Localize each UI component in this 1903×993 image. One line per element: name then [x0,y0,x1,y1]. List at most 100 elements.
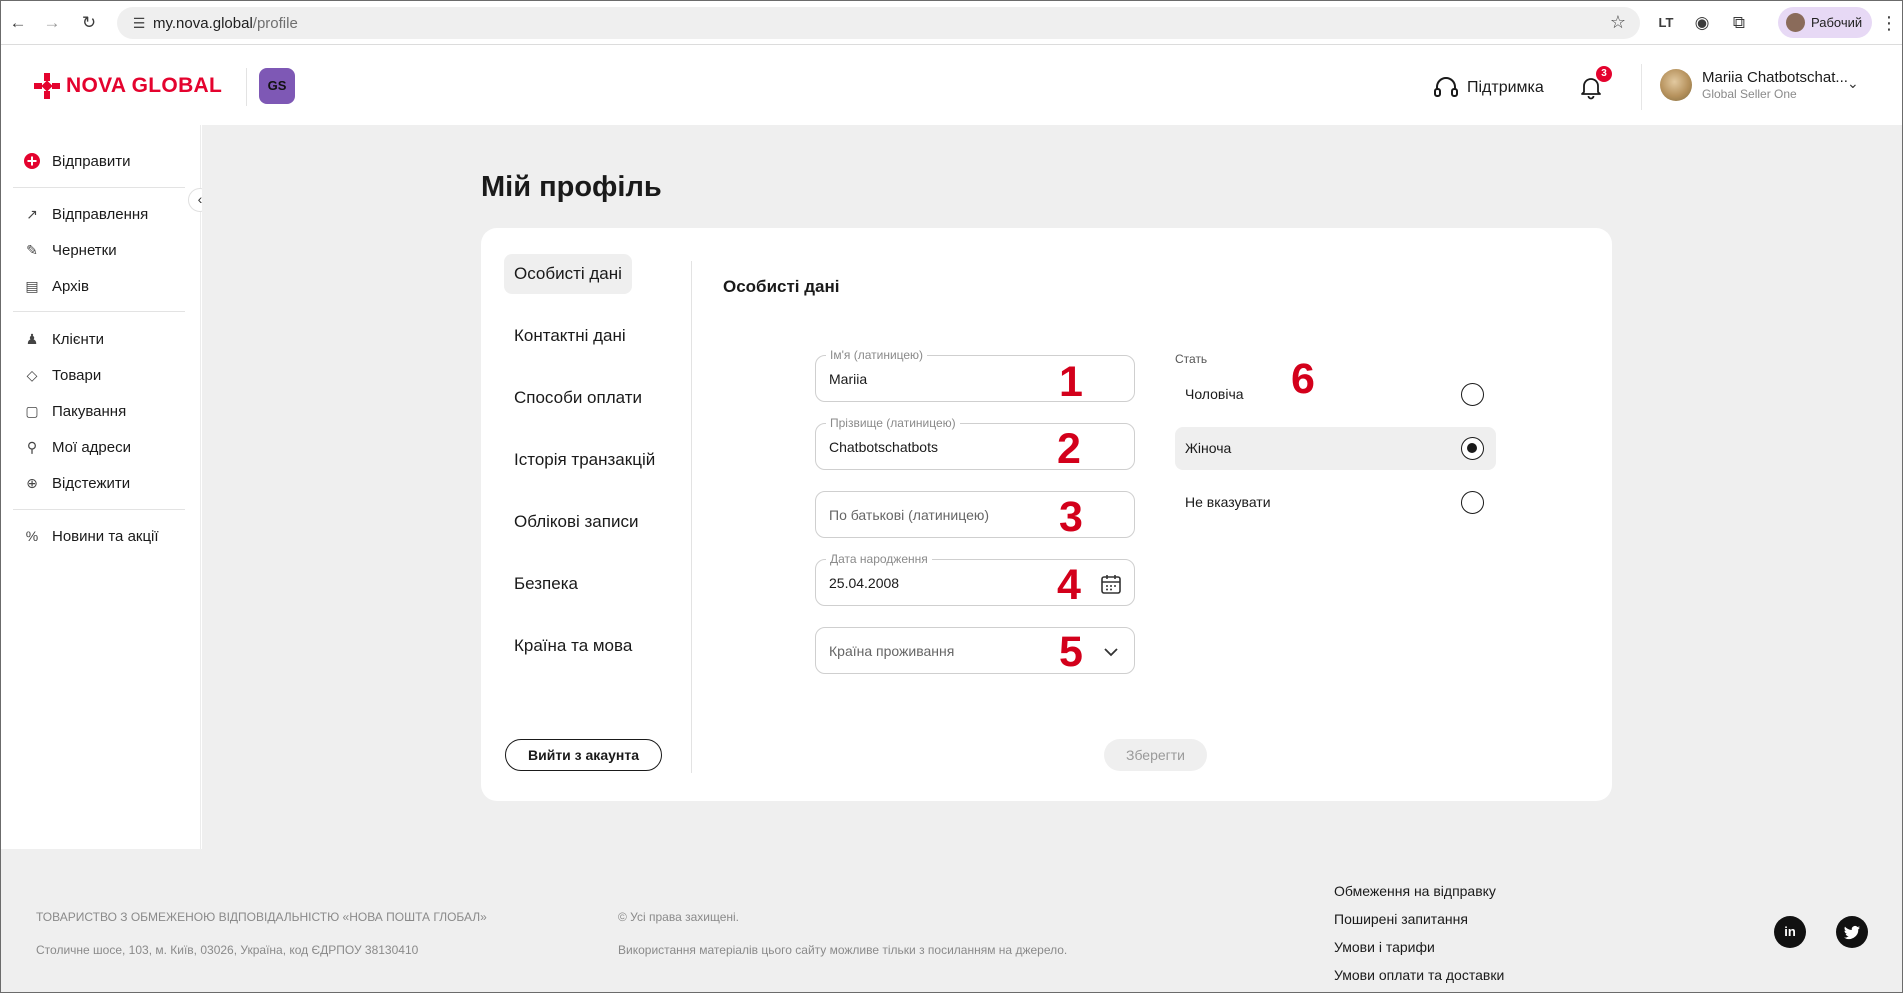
arrow-up-right-icon: ↗ [26,206,38,222]
users-icon: ♟ [25,331,39,347]
reload-icon[interactable]: ↻ [78,12,100,34]
profile-avatar [1786,13,1805,32]
country-select[interactable]: Країна проживання [815,627,1135,674]
sidebar-item-label: Відстежити [52,474,131,492]
annotation-number: 5 [1059,628,1083,676]
card-divider [691,261,692,773]
tag-icon: ◇ [26,367,38,383]
radio-button[interactable] [1461,491,1484,514]
tab-security[interactable]: Безпека [504,564,588,604]
last-name-value: Chatbotschatbots [829,439,938,455]
sidebar-divider [13,509,185,510]
gender-option-male[interactable]: Чоловіча [1175,373,1496,416]
sidebar-item-drafts[interactable]: ✎ Чернетки [23,241,117,259]
linkedin-icon[interactable]: in [1774,916,1806,948]
copyright-text: © Усі права захищені. [618,910,740,924]
logout-button[interactable]: Вийти з акаунта [505,739,662,771]
main-content: Мій профіль Особисті дані Контактні дані… [202,125,1902,849]
footer-link-restrictions[interactable]: Обмеження на відправку [1334,883,1496,899]
back-icon[interactable]: ← [7,12,29,34]
gender-option-unspecified[interactable]: Не вказувати [1175,481,1496,524]
save-button[interactable]: Зберегти [1104,739,1207,771]
forward-icon[interactable]: → [41,12,63,34]
sidebar-item-send[interactable]: Відправити [23,152,131,170]
site-settings-icon[interactable]: ☰ [129,13,149,33]
chevron-down-icon: ⌄ [1847,75,1859,91]
annotation-number: 4 [1057,561,1081,609]
user-divider [1641,64,1642,110]
sidebar-divider [13,187,185,188]
sidebar-item-clients[interactable]: ♟ Клієнти [23,330,104,348]
gender-option-female[interactable]: Жіноча [1175,427,1496,470]
first-name-value: Mariia [829,371,868,387]
address-bar[interactable]: ☰ my.nova.global/profile ☆ [117,7,1640,39]
radio-button[interactable] [1461,437,1484,460]
chevron-down-icon [1104,648,1118,657]
camera-icon[interactable]: ◉ [1691,12,1713,34]
notification-count-badge: 3 [1596,66,1612,82]
tab-payment-methods[interactable]: Способи оплати [504,378,652,418]
url-text: my.nova.global/profile [153,15,298,32]
sidebar: Відправити ↗ Відправлення ✎ Чернетки ▤ А… [1,125,201,849]
footer: ТОВАРИСТВО З ОБМЕЖЕНОЮ ВІДПОВІДАЛЬНІСТЮ … [1,849,1902,992]
translate-extension-icon[interactable]: LT [1655,12,1677,34]
first-name-field[interactable]: Ім'я (латиницею) Mariia [815,348,1135,402]
sidebar-item-label: Чернетки [52,241,117,259]
sidebar-item-news[interactable]: % Новини та акції [23,527,159,545]
birth-date-label: Дата народження [826,552,932,566]
sidebar-item-shipments[interactable]: ↗ Відправлення [23,205,148,223]
sidebar-item-archive[interactable]: ▤ Архів [23,277,89,295]
sidebar-item-label: Відправити [52,152,131,170]
annotation-number: 1 [1059,358,1083,406]
logo-divider [246,68,247,106]
percent-icon: % [25,528,39,544]
footer-link-terms[interactable]: Умови і тарифи [1334,939,1435,955]
sidebar-item-goods[interactable]: ◇ Товари [23,366,102,384]
country-placeholder: Країна проживання [829,643,955,659]
support-link[interactable]: Підтримка [1433,76,1544,100]
profile-label: Рабочий [1811,15,1863,30]
app-window: ← → ↻ ☰ my.nova.global/profile ☆ LT ◉ ⧉ … [0,0,1903,993]
profile-card: Особисті дані Контактні дані Способи опл… [481,228,1612,801]
tab-personal-data[interactable]: Особисті дані [504,254,632,294]
birth-date-value: 25.04.2008 [829,575,900,591]
radio-button[interactable] [1461,383,1484,406]
nova-global-logo[interactable]: NOVA GLOBAL [34,73,222,99]
patronymic-placeholder: По батькові (латиницею) [829,507,990,523]
logo-mark-icon [34,73,60,99]
tab-country-language[interactable]: Країна та мова [504,626,642,666]
calendar-icon[interactable] [1100,573,1122,595]
tab-accounts[interactable]: Облікові записи [504,502,648,542]
extensions-icon[interactable]: ⧉ [1728,12,1750,34]
company-name: ТОВАРИСТВО З ОБМЕЖЕНОЮ ВІДПОВІДАЛЬНІСТЮ … [36,910,487,924]
user-name: Mariia Chatbotschat... [1702,69,1848,86]
last-name-label: Прізвище (латиницею) [826,416,960,430]
sidebar-item-label: Пакування [52,402,127,420]
gender-label: Стать [1175,352,1208,366]
last-name-field[interactable]: Прізвище (латиницею) Chatbotschatbots [815,416,1135,470]
gender-option-label: Не вказувати [1185,494,1271,510]
annotation-number: 3 [1059,493,1083,541]
bookmark-star-icon[interactable]: ☆ [1610,12,1626,33]
footer-link-faq[interactable]: Поширені запитання [1334,911,1468,927]
browser-profile-chip[interactable]: Рабочий [1778,7,1872,38]
sidebar-item-track[interactable]: ⊕ Відстежити [23,474,130,492]
user-subtitle: Global Seller One [1702,87,1797,101]
sidebar-divider [13,311,185,312]
twitter-icon[interactable] [1836,916,1868,948]
user-avatar [1660,69,1692,101]
patronymic-field[interactable]: По батькові (латиницею) [815,491,1135,538]
tab-transaction-history[interactable]: Історія транзакцій [504,440,665,480]
notifications-button[interactable]: 3 [1578,66,1612,100]
annotation-number: 2 [1057,425,1081,473]
browser-menu-icon[interactable]: ⋮ [1878,12,1900,34]
sidebar-item-addresses[interactable]: ⚲ Мої адреси [23,438,131,456]
sidebar-item-packaging[interactable]: ▢ Пакування [23,402,126,420]
map-pin-icon: ⚲ [26,439,38,455]
plus-circle-icon [23,152,41,170]
gs-badge[interactable]: GS [259,68,295,104]
tab-contact-data[interactable]: Контактні дані [504,316,636,356]
birth-date-field[interactable]: Дата народження 25.04.2008 [815,552,1135,606]
sidebar-item-label: Клієнти [52,330,105,348]
footer-link-payment-delivery[interactable]: Умови оплати та доставки [1334,967,1504,983]
